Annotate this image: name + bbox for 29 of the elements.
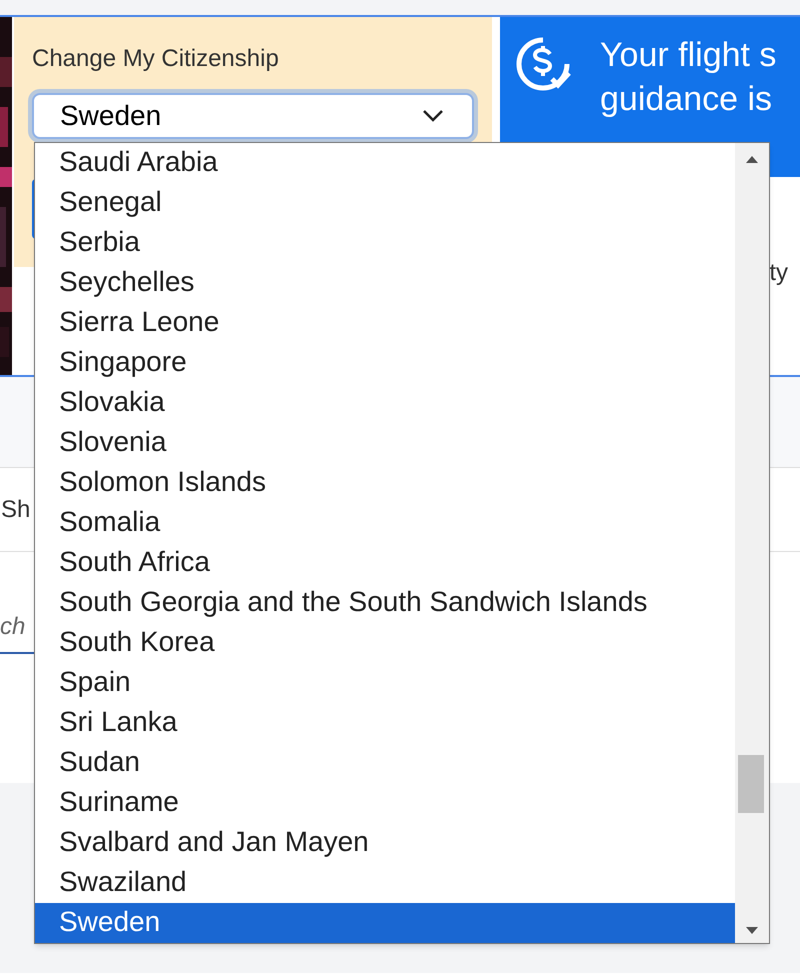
country-option[interactable]: Slovakia bbox=[35, 383, 736, 423]
country-option[interactable]: Singapore bbox=[35, 343, 736, 383]
country-option[interactable]: Saudi Arabia bbox=[35, 143, 736, 183]
scroll-down-icon[interactable] bbox=[746, 927, 758, 935]
country-option[interactable]: Sri Lanka bbox=[35, 703, 736, 743]
country-option[interactable]: Spain bbox=[35, 663, 736, 703]
country-option[interactable]: Slovenia bbox=[35, 423, 736, 463]
chevron-down-icon bbox=[422, 109, 444, 123]
country-option[interactable]: Sierra Leone bbox=[35, 303, 736, 343]
citizenship-label: Change My Citizenship bbox=[32, 45, 280, 73]
scroll-up-icon[interactable] bbox=[746, 155, 758, 163]
background-text: ty bbox=[769, 258, 788, 288]
background-text: Sh bbox=[1, 494, 30, 524]
country-option[interactable]: Senegal bbox=[35, 183, 736, 223]
country-option[interactable]: Seychelles bbox=[35, 263, 736, 303]
country-option[interactable]: Swaziland bbox=[35, 863, 736, 903]
scrollbar[interactable] bbox=[735, 143, 769, 943]
price-guidance-icon bbox=[514, 35, 572, 93]
banner-text: guidance is bbox=[600, 79, 774, 120]
country-option[interactable]: Svalbard and Jan Mayen bbox=[35, 823, 736, 863]
country-option[interactable]: Sudan bbox=[35, 743, 736, 783]
country-option[interactable]: Solomon Islands bbox=[35, 463, 736, 503]
country-option[interactable]: Somalia bbox=[35, 503, 736, 543]
banner-text: Your flight s bbox=[600, 35, 776, 76]
country-option[interactable]: South Africa bbox=[35, 543, 736, 583]
country-option[interactable]: Suriname bbox=[35, 783, 736, 823]
country-option[interactable]: Serbia bbox=[35, 223, 736, 263]
scrollbar-thumb[interactable] bbox=[738, 755, 764, 813]
country-option[interactable]: Sweden bbox=[35, 903, 736, 943]
